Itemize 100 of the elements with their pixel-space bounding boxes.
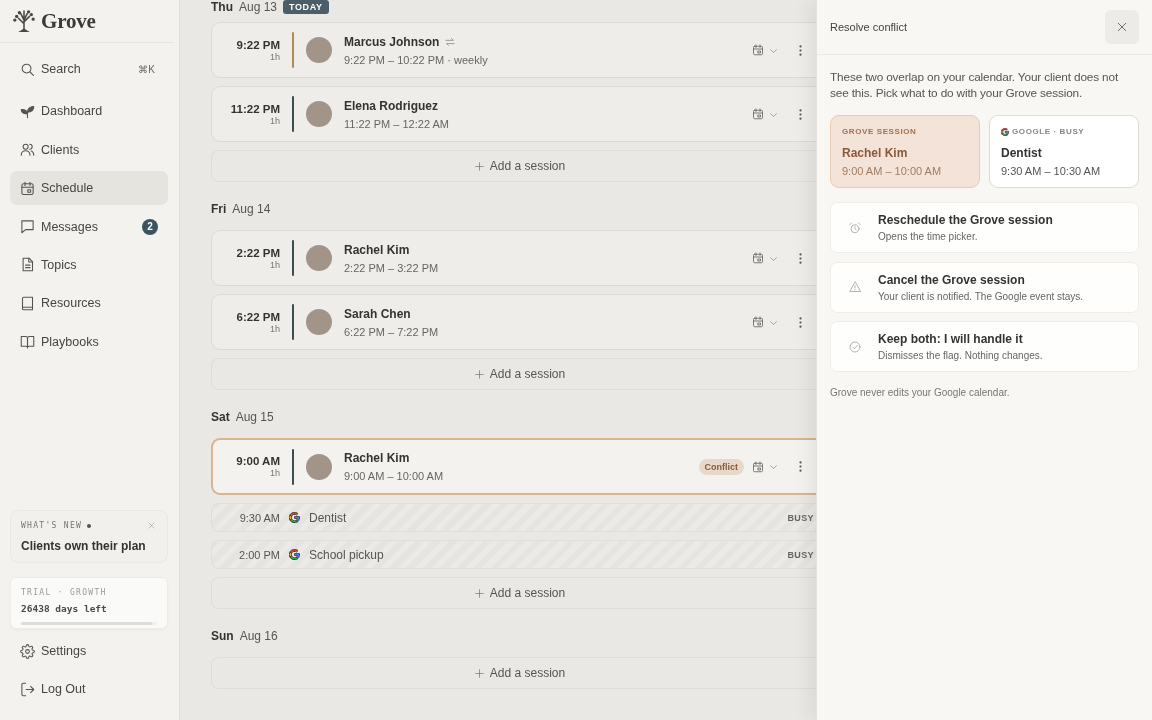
more-options-icon[interactable] xyxy=(799,252,802,264)
event-source-label: GOOGLE · BUSY xyxy=(1012,127,1085,136)
session-start-time: 9:22 PM xyxy=(236,38,280,51)
add-session-button[interactable]: Add a session xyxy=(211,657,816,689)
session-card[interactable]: 9:00 AM 1h Rachel Kim 9:00 AM – 10:00 AM Conflict xyxy=(211,438,816,495)
speech-bubble-icon xyxy=(20,219,35,235)
google-icon xyxy=(1001,127,1009,136)
sidebar-nav-item[interactable]: Settings xyxy=(10,634,168,668)
calendar-icon xyxy=(752,316,764,328)
resolution-option[interactable]: Keep both: I will handle it Dismisses the flag. Nothing changes. xyxy=(830,321,1139,372)
trial-days-left: 26438 days left xyxy=(21,603,108,614)
resolution-option[interactable]: Cancel the Grove session Your client is notified. The Google event stays. xyxy=(830,261,1139,313)
caret-icon xyxy=(770,464,777,469)
client-name: Elena Rodriguez xyxy=(344,98,438,113)
sidebar-nav-item[interactable]: Clients xyxy=(10,132,168,167)
session-start-time: 2:22 PM xyxy=(236,246,280,259)
sidebar-nav-item[interactable]: Topics xyxy=(10,247,168,282)
plus-icon xyxy=(474,588,484,598)
sidebar-nav-item[interactable]: Dashboard xyxy=(10,94,168,129)
calendar-icon xyxy=(752,252,764,264)
alarm-clock-icon xyxy=(849,221,861,234)
day-date: Aug 16 xyxy=(239,629,278,643)
today-badge: TODAY xyxy=(283,0,329,14)
calendar-dropdown[interactable] xyxy=(752,44,777,56)
panel-title: Resolve conflict xyxy=(830,21,908,33)
avatar-placeholder xyxy=(306,453,332,480)
session-duration: 1h xyxy=(270,51,280,62)
event-title: Dentist xyxy=(309,510,347,525)
sidebar-nav-item[interactable]: Resources xyxy=(10,286,168,321)
resolution-option[interactable]: Reschedule the Grove session Opens the time picker. xyxy=(830,202,1139,253)
book-icon xyxy=(20,295,35,311)
conflict-badge[interactable]: Conflict xyxy=(698,458,744,475)
session-start-time: 9:00 AM xyxy=(236,455,280,467)
option-description: Dismisses the flag. Nothing changes. xyxy=(878,350,1043,361)
session-time-range: 6:22 PM – 7:22 PM xyxy=(344,325,439,338)
session-card[interactable]: 11:22 PM 1h Elena Rodriguez 11:22 PM – 12:22 AM xyxy=(211,86,816,142)
calendar-icon xyxy=(752,44,764,56)
more-options-icon[interactable] xyxy=(799,44,802,56)
more-options-icon[interactable] xyxy=(799,461,802,472)
event-title: Dentist xyxy=(1001,146,1043,160)
search-button[interactable]: Search ⌘K xyxy=(10,52,168,86)
unread-count-badge: 2 xyxy=(142,218,158,235)
day-name: Sat xyxy=(211,410,230,424)
google-icon xyxy=(289,549,300,560)
search-icon xyxy=(20,61,35,77)
add-session-button[interactable]: Add a session xyxy=(211,150,816,182)
caret-icon xyxy=(770,255,777,261)
calendar-icon xyxy=(752,108,764,120)
session-time-range: 9:00 AM – 10:00 AM xyxy=(344,470,444,482)
trial-plan-label: TRIAL · GROWTH xyxy=(21,588,108,597)
plus-icon xyxy=(474,369,484,379)
avatar-placeholder xyxy=(306,245,332,271)
calendar-dropdown[interactable] xyxy=(752,316,777,328)
calendar-dropdown[interactable] xyxy=(752,460,777,473)
busy-label: BUSY xyxy=(787,549,815,560)
session-card[interactable]: 9:22 PM 1h Marcus Johnson 9:22 PM – 10:22 PM · weekly xyxy=(211,22,816,78)
logout-icon xyxy=(20,681,35,697)
calendar-dropdown[interactable] xyxy=(752,108,777,120)
event-time: 9:00 AM – 10:00 AM xyxy=(842,165,943,177)
calendar-dropdown[interactable] xyxy=(752,252,777,264)
option-title: Keep both: I will handle it xyxy=(878,332,1024,346)
sidebar-nav-item[interactable]: Schedule xyxy=(10,171,168,206)
tree-logo-icon xyxy=(13,10,35,32)
session-duration: 1h xyxy=(270,468,280,478)
session-time-range: 9:22 PM – 10:22 PM · weekly xyxy=(344,53,488,66)
busy-label: BUSY xyxy=(787,512,815,523)
plus-icon xyxy=(474,668,484,678)
more-options-icon[interactable] xyxy=(799,108,802,120)
document-icon xyxy=(20,257,35,273)
event-source-label: GROVE SESSION xyxy=(842,127,918,136)
caret-icon xyxy=(770,319,777,325)
add-session-button[interactable]: Add a session xyxy=(211,358,816,390)
option-title: Reschedule the Grove session xyxy=(878,213,1053,227)
add-session-button[interactable]: Add a session xyxy=(211,577,816,609)
avatar-placeholder xyxy=(306,101,332,127)
settings-icon xyxy=(20,643,35,659)
session-duration: 1h xyxy=(270,115,280,126)
avatar-placeholder xyxy=(306,37,332,63)
sidebar-nav-item[interactable]: Playbooks xyxy=(10,324,168,359)
caret-icon xyxy=(770,47,777,53)
footnote: Grove never edits your Google calendar. xyxy=(830,387,1011,398)
event-title: School pickup xyxy=(309,547,384,562)
sidebar-nav-item[interactable]: Log Out xyxy=(10,672,168,706)
event-title: Rachel Kim xyxy=(842,146,909,160)
more-options-icon[interactable] xyxy=(799,316,802,328)
event-time: 9:30 AM xyxy=(238,511,280,524)
day-name: Thu xyxy=(211,0,233,14)
avatar-placeholder xyxy=(306,309,332,335)
session-time-range: 2:22 PM – 3:22 PM xyxy=(344,261,439,274)
day-date: Aug 15 xyxy=(235,410,274,424)
client-name: Rachel Kim xyxy=(344,242,410,257)
session-card[interactable]: 2:22 PM 1h Rachel Kim 2:22 PM – 3:22 PM xyxy=(211,230,816,286)
session-card[interactable]: 6:22 PM 1h Sarah Chen 6:22 PM – 7:22 PM xyxy=(211,294,816,350)
warning-icon xyxy=(849,281,861,293)
option-description: Opens the time picker. xyxy=(878,231,979,242)
sidebar-nav-item[interactable]: Messages 2 xyxy=(10,209,168,244)
calendar-icon xyxy=(752,460,764,473)
client-name: Rachel Kim xyxy=(344,451,410,465)
event-time: 9:30 AM – 10:30 AM xyxy=(1001,165,1102,177)
sprout-icon xyxy=(20,103,35,119)
